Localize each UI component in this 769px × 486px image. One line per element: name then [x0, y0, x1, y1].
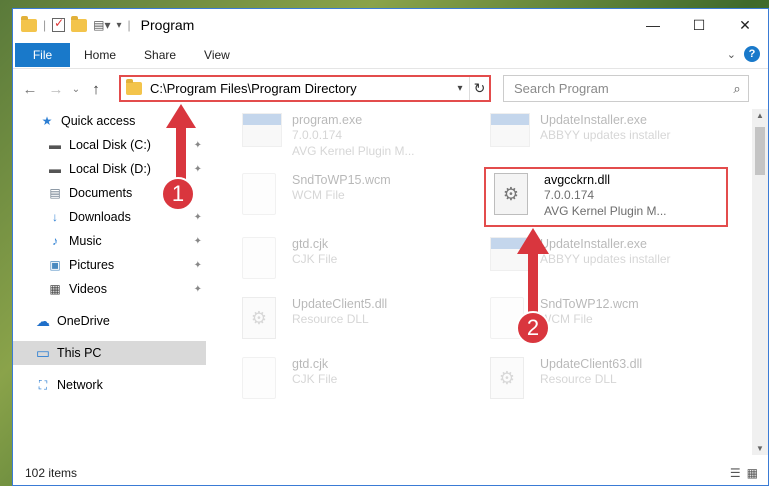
annotation-badge-2: 2 [516, 311, 550, 345]
arrow-1-head [166, 104, 196, 128]
annotation-badge-1: 1 [161, 177, 195, 211]
arrow-2-head [517, 228, 549, 254]
arrow-2-shaft [528, 252, 538, 314]
arrow-1-shaft [176, 126, 186, 180]
annotation-arrows [166, 104, 549, 314]
